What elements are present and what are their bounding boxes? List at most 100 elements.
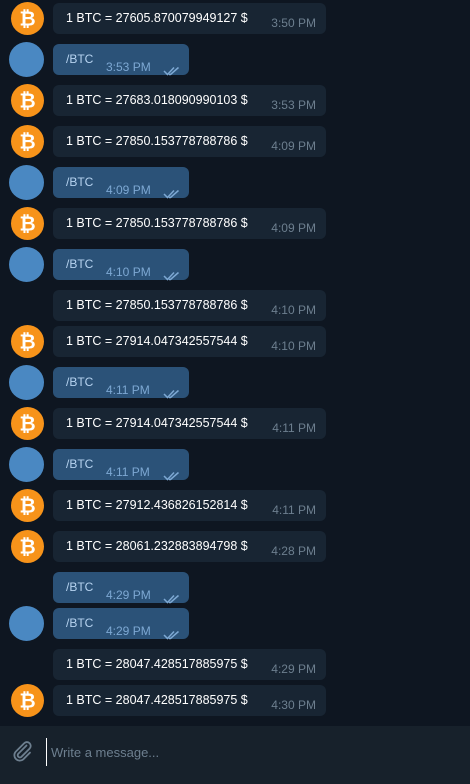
message-timestamp: 4:10 PM [106,265,151,279]
message-text: 1 BTC = 27850.153778788786 $ [66,298,248,312]
incoming-message: ₿ 1 BTC = 28047.428517885975 $ 4:30 PM [0,684,470,717]
read-checkmarks-icon [163,384,181,403]
message-text: 1 BTC = 27605.870079949127 $ [66,11,248,25]
bitcoin-avatar-icon[interactable]: ₿ [11,489,44,522]
svg-text:₿: ₿ [19,130,35,154]
svg-text:₿: ₿ [19,7,35,31]
message-bubble[interactable]: 1 BTC = 27914.047342557544 $ 4:11 PM [53,408,326,439]
bitcoin-avatar-icon[interactable]: ₿ [11,684,44,717]
incoming-message: 1 BTC = 28047.428517885975 $ 4:29 PM [0,649,470,680]
message-timestamp: 4:10 PM [271,339,316,353]
message-bubble[interactable]: /BTC 4:09 PM [53,167,189,199]
message-timestamp: 3:53 PM [106,60,151,74]
message-text: /BTC [66,616,94,630]
bitcoin-avatar-icon[interactable]: ₿ [11,84,44,117]
message-timestamp: 4:11 PM [106,383,150,397]
svg-text:₿: ₿ [19,689,35,713]
bitcoin-avatar-icon[interactable]: ₿ [11,530,44,563]
message-timestamp: 4:11 PM [106,465,150,479]
message-timestamp: 4:29 PM [271,662,316,676]
message-bubble[interactable]: 1 BTC = 27912.436826152814 $ 4:11 PM [53,490,326,521]
read-checkmarks-icon [163,466,181,485]
message-timestamp: 3:53 PM [271,98,316,112]
bitcoin-avatar-icon[interactable]: ₿ [11,325,44,358]
message-bubble[interactable]: 1 BTC = 28061.232883894798 $ 4:28 PM [53,531,326,562]
message-timestamp: 4:30 PM [271,698,316,712]
message-timestamp: 4:28 PM [271,544,316,558]
message-bubble[interactable]: 1 BTC = 27850.153778788786 $ 4:10 PM [53,290,326,321]
message-timestamp: 3:50 PM [271,16,316,30]
incoming-message: ₿ 1 BTC = 27914.047342557544 $ 4:11 PM [0,407,470,440]
outgoing-message: /BTC 3:53 PM [0,42,470,77]
user-avatar[interactable] [9,247,44,282]
paperclip-icon[interactable] [10,739,34,763]
message-bubble[interactable]: 1 BTC = 27683.018090990103 $ 3:53 PM [53,85,326,116]
message-text: 1 BTC = 27850.153778788786 $ [66,134,248,148]
message-timestamp: 4:29 PM [106,588,151,602]
message-bubble[interactable]: /BTC 3:53 PM [53,44,189,76]
message-bubble[interactable]: /BTC 4:11 PM [53,449,189,481]
message-text: 1 BTC = 27914.047342557544 $ [66,416,248,430]
outgoing-message: /BTC 4:29 PM [0,606,470,641]
message-text: /BTC [66,257,94,271]
incoming-message: 1 BTC = 27850.153778788786 $ 4:10 PM [0,290,470,321]
bitcoin-avatar-icon[interactable]: ₿ [11,407,44,440]
message-bubble[interactable]: 1 BTC = 27850.153778788786 $ 4:09 PM [53,126,326,157]
read-checkmarks-icon [163,266,181,285]
svg-text:₿: ₿ [19,535,35,559]
outgoing-message: /BTC 4:11 PM [0,447,470,482]
message-text: /BTC [66,375,94,389]
message-composer [0,726,470,784]
message-bubble[interactable]: /BTC 4:29 PM [53,608,189,640]
incoming-message: ₿ 1 BTC = 28061.232883894798 $ 4:28 PM [0,530,470,563]
bitcoin-avatar-icon[interactable]: ₿ [11,2,44,35]
message-bubble[interactable]: 1 BTC = 28047.428517885975 $ 4:30 PM [53,685,326,716]
message-bubble[interactable]: 1 BTC = 28047.428517885975 $ 4:29 PM [53,649,326,680]
incoming-message: ₿ 1 BTC = 27850.153778788786 $ 4:09 PM [0,125,470,158]
read-checkmarks-icon [163,589,181,608]
incoming-message: ₿ 1 BTC = 27914.047342557544 $ 4:10 PM [0,325,470,358]
bitcoin-avatar-icon[interactable]: ₿ [11,207,44,240]
svg-text:₿: ₿ [19,89,35,113]
message-bubble[interactable]: 1 BTC = 27850.153778788786 $ 4:09 PM [53,208,326,239]
message-text: /BTC [66,457,94,471]
outgoing-message: /BTC 4:10 PM [0,247,470,282]
outgoing-message: /BTC 4:29 PM [0,572,470,604]
message-timestamp: 4:29 PM [106,624,151,638]
message-text: /BTC [66,580,94,594]
message-text: /BTC [66,175,94,189]
message-text: 1 BTC = 28061.232883894798 $ [66,539,248,553]
message-bubble[interactable]: 1 BTC = 27914.047342557544 $ 4:10 PM [53,326,326,357]
message-timestamp: 4:11 PM [272,421,316,435]
user-avatar[interactable] [9,365,44,400]
svg-text:₿: ₿ [19,412,35,436]
read-checkmarks-icon [163,184,181,203]
svg-text:₿: ₿ [19,494,35,518]
user-avatar[interactable] [9,606,44,641]
message-bubble[interactable]: /BTC 4:29 PM [53,572,189,604]
svg-text:₿: ₿ [19,330,35,354]
message-text: 1 BTC = 27850.153778788786 $ [66,216,248,230]
message-text: /BTC [66,52,94,66]
incoming-message: ₿ 1 BTC = 27850.153778788786 $ 4:09 PM [0,207,470,240]
svg-text:₿: ₿ [19,212,35,236]
chat-history[interactable]: ₿ 1 BTC = 27605.870079949127 $ 3:50 PM/BTC… [0,0,470,726]
user-avatar[interactable] [9,447,44,482]
message-input[interactable] [46,738,453,766]
bitcoin-avatar-icon[interactable]: ₿ [11,125,44,158]
message-bubble[interactable]: /BTC 4:11 PM [53,367,189,399]
message-timestamp: 4:10 PM [271,303,316,317]
message-text: 1 BTC = 27683.018090990103 $ [66,93,248,107]
read-checkmarks-icon [163,625,181,644]
outgoing-message: /BTC 4:11 PM [0,365,470,400]
user-avatar[interactable] [9,165,44,200]
message-bubble[interactable]: /BTC 4:10 PM [53,249,189,281]
message-bubble[interactable]: 1 BTC = 27605.870079949127 $ 3:50 PM [53,3,326,34]
message-text: 1 BTC = 27912.436826152814 $ [66,498,248,512]
user-avatar[interactable] [9,42,44,77]
message-timestamp: 4:09 PM [271,139,316,153]
read-checkmarks-icon [163,61,181,80]
message-text: 1 BTC = 27914.047342557544 $ [66,334,248,348]
message-text: 1 BTC = 28047.428517885975 $ [66,657,248,671]
incoming-message: ₿ 1 BTC = 27683.018090990103 $ 3:53 PM [0,84,470,117]
